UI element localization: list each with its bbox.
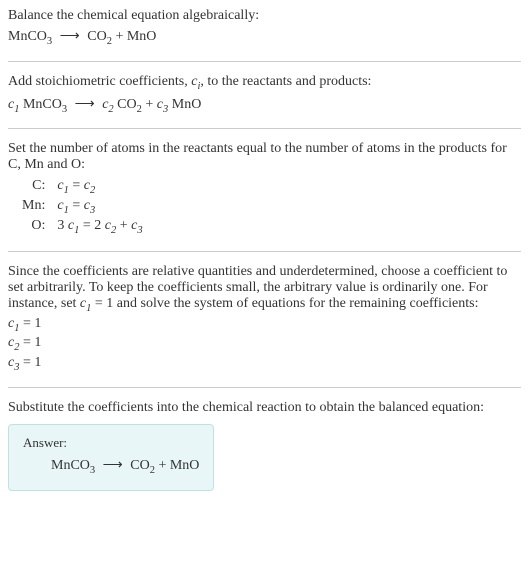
eq-sign: =: [79, 218, 94, 233]
c-val: = 1: [19, 355, 41, 370]
table-row: O: 3 c1 = 2 c2 + c3: [18, 217, 147, 237]
c1-var: c1: [8, 97, 19, 112]
result-c1: c1 = 1: [8, 316, 521, 334]
product-c2: MnO: [172, 97, 202, 112]
reactant-1: MnCO3: [8, 29, 52, 44]
elem-label: Mn:: [18, 197, 53, 217]
title-part-a: Add stoichiometric coefficients,: [8, 74, 191, 89]
product-c1: CO2: [117, 97, 142, 112]
plus-text: +: [112, 29, 127, 44]
eq-sign: =: [69, 178, 84, 193]
reactant-c: MnCO3: [23, 97, 67, 112]
balanced-equation: MnCO3 ⟶ CO2 + MnO: [23, 457, 199, 476]
elem-label: O:: [18, 217, 53, 237]
plus-text: +: [155, 458, 170, 473]
table-row: C: c1 = c2: [18, 177, 147, 197]
p-formula: CO: [130, 458, 149, 473]
result-c3: c3 = 1: [8, 355, 521, 373]
product-final-2: MnO: [170, 458, 200, 473]
r-formula: MnCO: [51, 458, 90, 473]
r-formula: MnCO: [23, 97, 62, 112]
section-problem: Balance the chemical equation algebraica…: [8, 8, 521, 47]
c-val: = 1: [19, 335, 41, 350]
c1-var: c1: [80, 296, 91, 311]
r-sub: 3: [90, 465, 95, 476]
divider: [8, 61, 521, 62]
title-part-b: , to the reactants and products:: [200, 74, 371, 89]
coeff-equation: c1 MnCO3 ⟶ c2 CO2 + c3 MnO: [8, 96, 521, 115]
reactant-final: MnCO3: [51, 458, 95, 473]
section-solve: Since the coefficients are relative quan…: [8, 264, 521, 373]
c-sub: 3: [137, 225, 142, 236]
reactant-formula: MnCO: [8, 29, 47, 44]
elem-eq: c1 = c3: [53, 197, 146, 217]
arrow-icon: ⟶: [75, 96, 95, 113]
elem-eq: 3 c1 = 2 c2 + c3: [53, 217, 146, 237]
text-part-b: and solve the system of equations for th…: [113, 296, 478, 311]
product-2: MnO: [127, 29, 157, 44]
initial-equation: MnCO3 ⟶ CO2 + MnO: [8, 28, 521, 47]
c-eq: = 1: [91, 296, 113, 311]
plus-text: +: [142, 97, 157, 112]
c3-var: c3: [157, 97, 168, 112]
section-coefficients: Add stoichiometric coefficients, ci, to …: [8, 74, 521, 115]
divider: [8, 387, 521, 388]
c2-var: c2: [102, 97, 113, 112]
p1-formula: CO: [117, 97, 136, 112]
eq-sign: =: [69, 198, 84, 213]
divider: [8, 128, 521, 129]
answer-box: Answer: MnCO3 ⟶ CO2 + MnO: [8, 424, 214, 491]
table-row: Mn: c1 = c3: [18, 197, 147, 217]
arrow-icon: ⟶: [60, 28, 80, 45]
coef-num: 2: [94, 218, 105, 233]
c-sub: 3: [90, 205, 95, 216]
answer-title: Substitute the coefficients into the che…: [8, 400, 521, 416]
c-val: = 1: [19, 316, 41, 331]
coeff-title: Add stoichiometric coefficients, ci, to …: [8, 74, 521, 92]
solve-text: Since the coefficients are relative quan…: [8, 264, 521, 314]
section-atoms: Set the number of atoms in the reactants…: [8, 141, 521, 236]
result-c2: c2 = 1: [8, 335, 521, 353]
product-formula: CO: [87, 29, 106, 44]
elem-eq: c1 = c2: [53, 177, 146, 197]
r-sub: 3: [62, 103, 67, 114]
problem-title: Balance the chemical equation algebraica…: [8, 8, 521, 24]
arrow-icon: ⟶: [103, 457, 123, 474]
c-sub: 2: [90, 185, 95, 196]
atom-equations-table: C: c1 = c2 Mn: c1 = c3 O: 3 c1 = 2 c2 + …: [18, 177, 147, 236]
answer-label: Answer:: [23, 435, 199, 451]
product-final-1: CO2: [130, 458, 155, 473]
section-answer: Substitute the coefficients into the che…: [8, 400, 521, 491]
plus-text: +: [116, 218, 131, 233]
reactant-sub: 3: [47, 36, 52, 47]
elem-label: C:: [18, 177, 53, 197]
coef-num: 3: [57, 218, 68, 233]
atoms-title: Set the number of atoms in the reactants…: [8, 141, 521, 173]
divider: [8, 251, 521, 252]
product-1: CO2: [87, 29, 112, 44]
c2-sub: 2: [108, 103, 113, 114]
